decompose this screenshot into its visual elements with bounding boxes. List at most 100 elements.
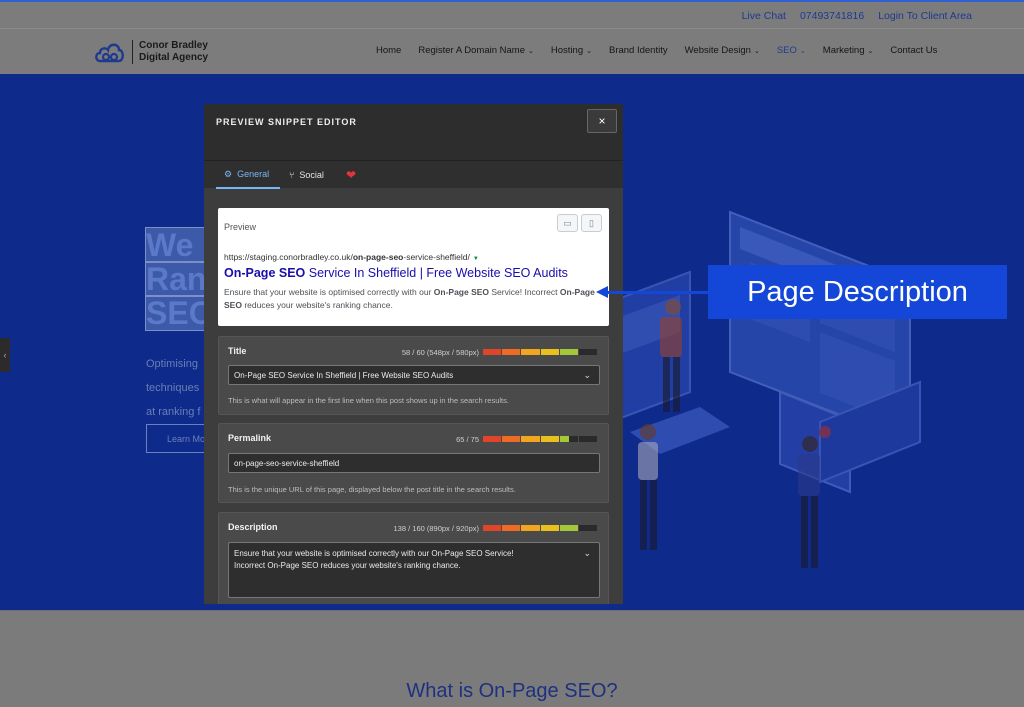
meter-segment <box>521 525 540 531</box>
title-label: Title <box>228 346 247 356</box>
permalink-char-count: 65 / 75 <box>456 435 479 444</box>
meter-segment <box>540 525 559 531</box>
meter-segment <box>559 349 578 355</box>
brand-name-line2: Digital Agency <box>139 52 209 63</box>
chevron-down-icon[interactable]: ⌄ <box>583 370 591 381</box>
meter-segment <box>559 525 578 531</box>
title-input-value: On-Page SEO Service In Sheffield | Free … <box>234 371 454 380</box>
title-help-text: This is what will appear in the first li… <box>228 396 509 405</box>
url-text: -service-sheffield/ <box>403 252 470 262</box>
meter-segment <box>483 349 502 355</box>
permalink-length-meter <box>483 436 598 442</box>
tab-social[interactable]: ⑂ Social <box>289 161 324 189</box>
close-button[interactable]: × <box>587 109 617 133</box>
permalink-help-text: This is the unique URL of this page, dis… <box>228 485 516 494</box>
description-field: Description 138 / 160 (890px / 920px) En… <box>218 512 609 604</box>
meter-segment <box>521 349 540 355</box>
chevron-down-icon: ⌄ <box>528 47 534 55</box>
tab-label: General <box>237 169 270 179</box>
meter-segment <box>502 436 521 442</box>
desktop-icon: ▭ <box>563 218 572 228</box>
brand-name-line1: Conor Bradley <box>139 40 208 51</box>
title-keyword: On-Page SEO <box>224 266 306 280</box>
caret-down-icon: ▼ <box>472 256 479 262</box>
meter-segment <box>502 349 521 355</box>
chevron-down-icon: ⌄ <box>867 47 874 55</box>
hero-text: Optimising techniques at ranking f <box>146 352 200 424</box>
nav-label: Hosting <box>550 45 584 56</box>
chevron-down-icon: ⌄ <box>799 47 806 55</box>
annotation-arrow-head <box>596 286 608 298</box>
desc-text: reduces your website's ranking chance. <box>241 300 393 310</box>
logo-divider <box>132 40 133 64</box>
mobile-icon: ▯ <box>589 218 594 228</box>
modal-tabs: ⚙ General ⑂ Social ❤ <box>204 160 623 189</box>
nav-item-register-domain[interactable]: Register A Domain Name ⌄ <box>418 45 534 56</box>
desc-text: Ensure that your website is optimised co… <box>224 287 434 297</box>
meter-segment <box>483 436 502 442</box>
cloud-logo-icon <box>95 43 124 63</box>
nav-item-seo[interactable]: SEO ⌄ <box>777 45 806 56</box>
section-heading: What is On-Page SEO? <box>406 680 618 702</box>
chevron-down-icon[interactable]: ⌄ <box>583 547 591 559</box>
tab-general[interactable]: ⚙ General <box>216 161 280 189</box>
chevron-down-icon: ⌄ <box>753 47 760 55</box>
meter-segment <box>483 525 502 531</box>
side-panel-toggle[interactable]: ‹ <box>0 338 10 372</box>
permalink-input[interactable]: on-page-seo-service-sheffield <box>228 453 600 473</box>
desc-keyword: On-Page SEO <box>433 287 490 297</box>
meter-segment <box>521 436 540 442</box>
mobile-preview-button[interactable]: ▯ <box>581 214 602 232</box>
modal-title: PREVIEW SNIPPET EDITOR <box>216 117 357 127</box>
url-text: https://staging.conorbradley.co.uk/ <box>224 252 353 262</box>
desktop-preview-button[interactable]: ▭ <box>557 214 578 232</box>
brand-logo[interactable]: Conor Bradley Digital Agency <box>94 39 208 65</box>
learn-more-button[interactable]: Learn Mo <box>146 424 210 453</box>
content-section: What is On-Page SEO? <box>0 610 1024 707</box>
description-textarea[interactable]: Ensure that your website is optimised co… <box>228 542 600 598</box>
annotation-arrow-line <box>606 291 708 294</box>
preview-label: Preview <box>224 222 257 232</box>
snippet-preview: Preview ▭ ▯ https://staging.conorbradley… <box>218 208 609 326</box>
description-value-line: Incorrect On-Page SEO reduces your websi… <box>234 561 461 570</box>
preview-url: https://staging.conorbradley.co.uk/on-pa… <box>224 252 479 262</box>
nav-label: Marketing <box>822 45 865 56</box>
nav-item-hosting[interactable]: Hosting ⌄ <box>551 45 592 56</box>
client-login-link[interactable]: Login To Client Area <box>878 10 972 22</box>
phone-link[interactable]: 07493741816 <box>800 10 864 22</box>
meter-segment <box>578 349 598 355</box>
share-icon: ⑂ <box>289 170 295 180</box>
hero-title-line: We <box>145 227 207 263</box>
permalink-input-value: on-page-seo-service-sheffield <box>234 459 340 468</box>
meter-segment <box>502 525 521 531</box>
desc-text: Service! Incorrect <box>489 287 560 297</box>
permalink-field: Permalink 65 / 75 on-page-seo-service-sh… <box>218 423 609 503</box>
nav-label: Contact Us <box>890 45 938 56</box>
nav-label: Register A Domain Name <box>418 45 526 56</box>
nav-item-brand-identity[interactable]: Brand Identity <box>609 45 668 56</box>
tab-heart[interactable]: ❤ <box>346 161 356 189</box>
nav-item-marketing[interactable]: Marketing ⌄ <box>823 45 874 56</box>
chevron-down-icon: ⌄ <box>586 47 592 55</box>
nav-item-contact[interactable]: Contact Us <box>890 45 937 56</box>
heart-icon: ❤ <box>346 168 357 182</box>
nav-label: Home <box>376 45 402 56</box>
permalink-label: Permalink <box>228 433 272 443</box>
preview-snippet-editor-modal: PREVIEW SNIPPET EDITOR × ⚙ General ⑂ Soc… <box>204 104 623 604</box>
section-divider <box>0 610 1024 611</box>
nav-item-website-design[interactable]: Website Design ⌄ <box>685 45 760 56</box>
hero-title-line: Ran <box>145 261 207 297</box>
nav-item-home[interactable]: Home <box>376 45 401 56</box>
meter-segment <box>559 436 578 442</box>
preview-title: On-Page SEO Service In Sheffield | Free … <box>224 266 568 280</box>
gear-icon: ⚙ <box>224 168 233 179</box>
hero-title: We Ran SEO <box>145 227 214 331</box>
title-length-meter <box>483 349 598 355</box>
live-chat-link[interactable]: Live Chat <box>742 10 786 22</box>
seo-illustration <box>610 210 921 568</box>
title-input[interactable]: On-Page SEO Service In Sheffield | Free … <box>228 365 600 385</box>
nav-label: SEO <box>776 45 797 56</box>
site-header: Conor Bradley Digital Agency Home Regist… <box>0 28 1024 74</box>
hero-text-line: techniques <box>146 382 200 394</box>
description-label: Description <box>228 522 278 532</box>
